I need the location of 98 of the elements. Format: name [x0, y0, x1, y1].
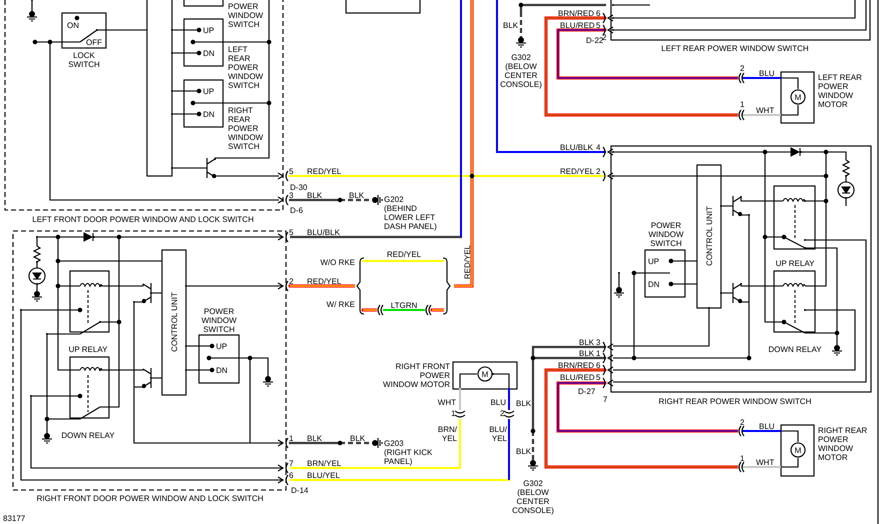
switch-position-label: DN — [648, 280, 660, 289]
wire-label: RED/YEL — [307, 277, 342, 286]
switch-position-label: UP — [216, 342, 228, 351]
wire-label: BLK — [307, 434, 322, 443]
switch-position-label: DN — [203, 49, 215, 58]
wire-label: BLU/BLK — [560, 143, 593, 152]
wire-label: RED/YEL — [307, 167, 342, 176]
wire-label: WHT — [756, 458, 774, 467]
wire-label: BRN/YEL — [307, 459, 342, 468]
pin-number: 7 — [603, 395, 608, 404]
pin-number: 1 — [596, 349, 600, 358]
switch-position-label: DN — [203, 110, 215, 119]
ground-label: G202 (BEHIND LOWER LEFT DASH PANEL) — [384, 195, 437, 231]
motor-symbol-label: M — [482, 370, 488, 379]
switch-position-label: ON — [67, 21, 79, 30]
wire-label: BLK — [579, 338, 594, 347]
component-caption: LEFT REAR POWER WINDOW MOTOR — [818, 73, 862, 109]
pin-number: 5 — [289, 167, 294, 176]
switch-position-label: UP — [203, 26, 214, 35]
pin-number: 6 — [596, 9, 600, 18]
pin-number: 1 — [289, 434, 294, 443]
ground-label: G302 (BELOW CENTER CONSOLE) — [512, 479, 554, 515]
pin-number: 1 — [740, 454, 744, 463]
pin-number: 2 — [596, 167, 600, 176]
wire-label: BLU/BLK — [307, 228, 340, 237]
connector-id: D-22 — [586, 36, 604, 45]
wire-label: BLK — [516, 399, 532, 408]
wire-label: WHT — [438, 398, 456, 407]
wire-label: BRN/ YEL — [438, 425, 457, 443]
component-caption: DOWN RELAY — [61, 431, 115, 440]
wire-label: RED/YEL — [386, 250, 422, 259]
component-caption: POWER WINDOW SWITCH — [648, 221, 684, 248]
motor-symbol-label: M — [794, 93, 802, 102]
pin-number: 2 — [289, 277, 294, 286]
component-caption: W/ RKE — [326, 300, 355, 309]
wire-label: BLK — [579, 349, 594, 358]
wire-label: BLU/YEL — [307, 471, 340, 480]
component-caption: POWER WINDOW SWITCH — [228, 2, 264, 29]
wire-label: WHT — [756, 106, 774, 115]
ground-label: G203 (RIGHT KICK PANEL) — [384, 439, 432, 466]
component-caption: CONTROL UNIT — [170, 292, 179, 352]
pin-number: 5 — [596, 373, 600, 382]
switch-position-label: UP — [203, 87, 214, 96]
pin-number: 6 — [289, 471, 294, 480]
pin-number: 1 — [451, 409, 456, 418]
wire-label: BLU/RED — [560, 21, 595, 30]
component-caption: LEFT FRONT DOOR POWER WINDOW AND LOCK SWITCH — [32, 215, 254, 224]
wire-label: BLK — [503, 21, 518, 30]
wire-label: BLU/ YEL — [489, 425, 507, 443]
component-caption: RIGHT FRONT DOOR POWER WINDOW AND LOCK SWITCH — [36, 494, 264, 503]
pin-number: 5 — [289, 228, 294, 237]
wire-label: RED/YEL — [463, 244, 472, 280]
switch-position-label: DN — [216, 366, 228, 375]
component-caption: RIGHT REAR POWER WINDOW MOTOR — [818, 426, 868, 462]
wire-label: BLK — [307, 191, 322, 200]
motor-symbol-label: M — [794, 446, 802, 455]
wire-label: BLK — [350, 434, 366, 443]
component-caption: RIGHT REAR POWER WINDOW SWITCH — [658, 397, 812, 406]
component-caption: LOCK SWITCH — [68, 51, 100, 69]
component-caption: LEFT REAR POWER WINDOW SWITCH — [661, 44, 809, 53]
wire-label: BLK — [516, 447, 532, 456]
pin-number: 2 — [500, 409, 504, 418]
wire-label: RED/YEL — [560, 167, 594, 176]
component-caption: DOWN RELAY — [768, 345, 822, 354]
wire-label: BLU — [490, 398, 506, 407]
wire-label: BLK — [349, 191, 364, 200]
pin-number: 2 — [740, 64, 744, 73]
component-caption: RIGHT FRONT POWER WINDOW MOTOR — [383, 362, 450, 389]
pin-number: 4 — [596, 143, 600, 152]
component-caption: CONTROL UNIT — [705, 206, 714, 266]
wire-label: BRN/RED — [558, 361, 594, 370]
switch-position-label: UP — [648, 257, 660, 266]
pin-number: 7 — [289, 459, 294, 468]
component-caption: POWER WINDOW SWITCH — [201, 307, 237, 334]
wire-label: BLU — [759, 422, 775, 431]
connector-id: D-6 — [290, 206, 303, 215]
component-caption: W/O RKE — [320, 258, 355, 267]
pin-number: 2 — [602, 33, 606, 42]
component-caption: LEFT REAR POWER WINDOW SWITCH — [228, 45, 264, 90]
wire-label: BLU/RED — [560, 373, 595, 382]
wire-label: LTGRN — [390, 301, 418, 310]
component-caption: RIGHT REAR POWER WINDOW SWITCH — [228, 106, 264, 151]
connector-id: D-30 — [290, 183, 308, 192]
pin-number: 5 — [596, 21, 600, 30]
component-caption: UP RELAY — [68, 345, 108, 354]
pin-number: 3 — [596, 338, 600, 347]
switch-position-label: OFF — [86, 38, 102, 47]
figure-number: 83177 — [3, 514, 26, 523]
ground-label: G302 (BELOW CENTER CONSOLE) — [500, 53, 542, 89]
wire-label: BRN/RED — [558, 9, 594, 18]
wire-label: BLU — [759, 69, 775, 78]
connector-id: D-14 — [291, 486, 308, 495]
pin-number: 2 — [740, 418, 744, 427]
pin-number: 3 — [289, 191, 294, 200]
component-caption: UP RELAY — [776, 259, 814, 268]
pin-number: 6 — [596, 361, 600, 370]
connector-id: D-27 — [578, 387, 596, 396]
pin-number: 1 — [740, 100, 744, 109]
